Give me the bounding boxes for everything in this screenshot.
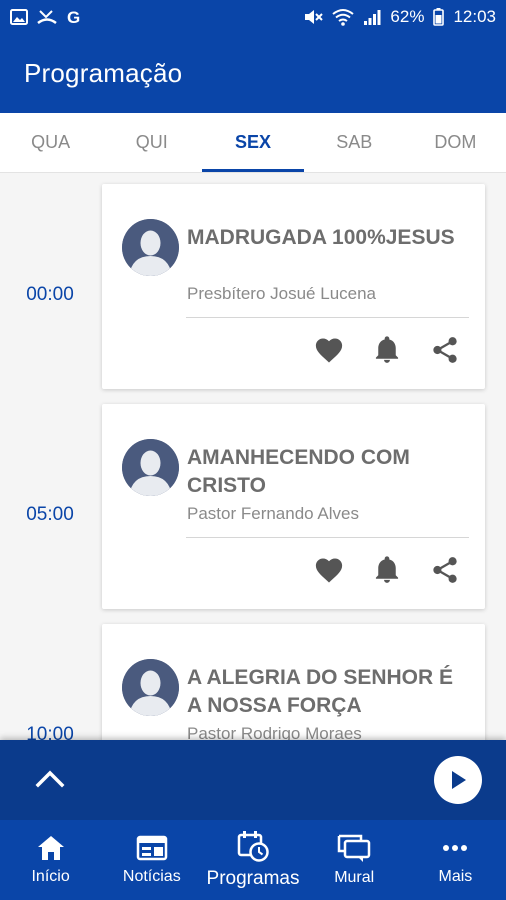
play-button[interactable] xyxy=(434,756,482,804)
program-card[interactable]: MADRUGADA 100%JESUS Presbítero Josué Luc… xyxy=(102,184,485,389)
share-button[interactable] xyxy=(429,554,461,586)
card-divider xyxy=(186,317,469,318)
tab-sex[interactable]: SEX xyxy=(202,113,304,172)
host-avatar xyxy=(122,659,179,716)
slot-time: 05:00 xyxy=(26,504,74,525)
program-host: Pastor Rodrigo Moraes xyxy=(187,724,362,740)
more-icon xyxy=(443,845,468,851)
host-avatar xyxy=(122,439,179,496)
program-host: Pastor Fernando Alves xyxy=(187,504,359,523)
bottom-nav: Início Notícias Programas Mural Mais xyxy=(0,820,506,900)
slot-time: 10:00 xyxy=(26,724,74,740)
mini-player xyxy=(0,740,506,820)
mute-icon xyxy=(305,10,324,24)
nav-label: Notícias xyxy=(122,868,181,885)
nav-programas[interactable]: Programas xyxy=(202,820,303,900)
slot-time: 00:00 xyxy=(26,284,74,305)
program-title: AMANHECENDO COM CRISTO xyxy=(187,446,410,497)
google-icon: G xyxy=(67,8,80,26)
program-card[interactable]: A ALEGRIA DO SENHOR É A NOSSA FORÇA Past… xyxy=(102,624,485,740)
host-avatar xyxy=(122,219,179,276)
status-bar: G 62% 12:03 xyxy=(0,0,506,34)
tab-dom[interactable]: DOM xyxy=(405,113,506,172)
program-title: MADRUGADA 100%JESUS xyxy=(187,226,455,249)
tab-sab[interactable]: SAB xyxy=(304,113,405,172)
share-icon xyxy=(433,337,457,363)
program-card[interactable]: AMANHECENDO COM CRISTO Pastor Fernando A… xyxy=(102,404,485,609)
tab-qui[interactable]: QUI xyxy=(101,113,202,172)
nav-label: Programas xyxy=(206,868,300,889)
card-divider xyxy=(186,537,469,538)
status-right-icons: 62% 12:03 xyxy=(303,7,496,27)
page-title: Programação xyxy=(24,58,183,88)
chat-icon xyxy=(337,834,371,862)
reminder-button[interactable] xyxy=(371,554,403,586)
favorite-button[interactable] xyxy=(313,334,345,366)
play-icon xyxy=(452,771,466,789)
nav-mural[interactable]: Mural xyxy=(304,820,405,900)
nav-label: Mais xyxy=(438,868,473,885)
home-icon xyxy=(37,836,64,860)
image-icon xyxy=(10,9,28,25)
status-left-icons: G xyxy=(10,8,84,26)
heart-icon xyxy=(315,558,343,583)
schedule-icon xyxy=(237,831,269,862)
schedule-slot: 10:00 A ALEGRIA DO SENHOR É A NOSSA FORÇ… xyxy=(0,624,506,740)
expand-player-button[interactable] xyxy=(34,767,66,794)
missed-call-icon xyxy=(37,10,57,25)
clock: 12:03 xyxy=(453,7,496,26)
schedule-slot: 00:00 MADRUGADA 100%JESUS Presbítero Jos… xyxy=(0,184,506,389)
nav-label: Início xyxy=(31,868,70,885)
bell-icon xyxy=(375,556,399,583)
program-host: Presbítero Josué Lucena xyxy=(187,284,377,303)
svg-text:G: G xyxy=(67,8,80,26)
chevron-up-icon xyxy=(35,770,65,787)
card-actions xyxy=(313,554,461,586)
card-actions xyxy=(313,334,461,366)
nav-mais[interactable]: Mais xyxy=(405,820,506,900)
bell-icon xyxy=(375,336,399,363)
battery-icon xyxy=(433,8,445,26)
nav-noticias[interactable]: Notícias xyxy=(101,820,202,900)
schedule-slot: 05:00 AMANHECENDO COM CRISTO Pastor Fern… xyxy=(0,404,506,609)
battery-percent: 62% xyxy=(390,7,425,26)
share-button[interactable] xyxy=(429,334,461,366)
favorite-button[interactable] xyxy=(313,554,345,586)
schedule-list[interactable]: 00:00 MADRUGADA 100%JESUS Presbítero Jos… xyxy=(0,174,506,740)
day-tabs: QUA QUI SEX SAB DOM xyxy=(0,113,506,173)
wifi-icon xyxy=(332,9,355,26)
app-bar: Programação xyxy=(0,34,506,113)
share-icon xyxy=(433,557,457,583)
nav-label: Mural xyxy=(334,869,375,886)
reminder-button[interactable] xyxy=(371,334,403,366)
news-icon xyxy=(136,835,168,861)
tab-qua[interactable]: QUA xyxy=(0,113,101,172)
heart-icon xyxy=(315,338,343,363)
nav-inicio[interactable]: Início xyxy=(0,820,101,900)
program-title: A ALEGRIA DO SENHOR É A NOSSA FORÇA xyxy=(187,666,454,717)
signal-icon xyxy=(364,10,381,25)
